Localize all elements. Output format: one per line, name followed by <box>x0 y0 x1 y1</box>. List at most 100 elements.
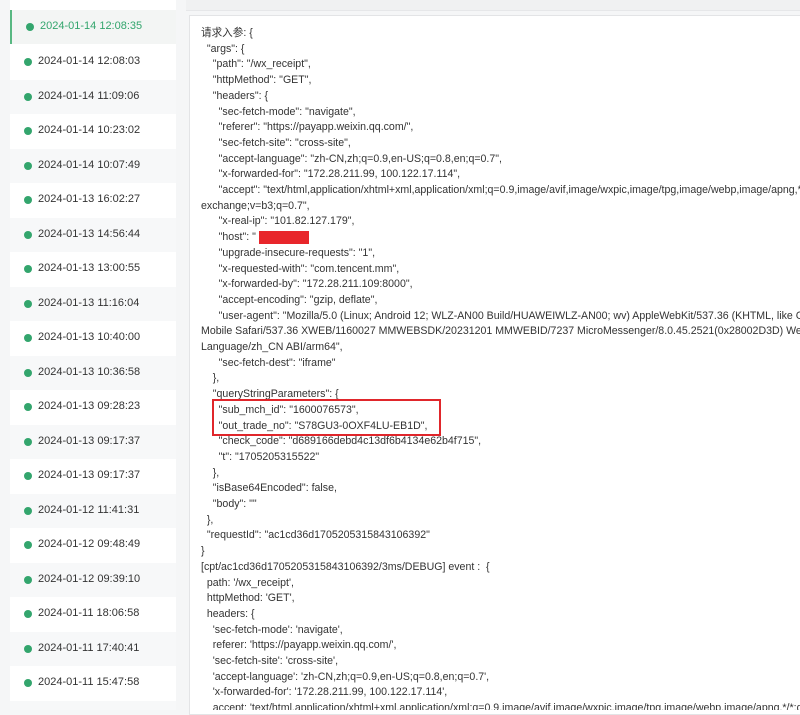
log-time-item[interactable]: 2024-01-13 14:56:44 <box>10 218 176 252</box>
log-time-item[interactable]: 2024-01-13 10:36:58 <box>10 356 176 390</box>
log-time-item[interactable]: 2024-01-14 10:23:02 <box>10 114 176 148</box>
status-dot-icon <box>24 162 32 170</box>
log-time-item[interactable]: 2024-01-11 15:25:27 <box>10 701 176 710</box>
log-time-item[interactable]: 2024-01-14 12:08:35 <box>10 10 176 44</box>
log-time-item[interactable]: 2024-01-13 13:00:55 <box>10 252 176 286</box>
status-dot-icon <box>24 645 32 653</box>
log-time-label: 2024-01-13 09:28:23 <box>38 400 141 412</box>
log-line: "x-forwarded-by": "172.28.211.109:8000", <box>201 278 413 291</box>
log-line: 'sec-fetch-site': 'cross-site', <box>201 655 339 667</box>
log-line: }, <box>201 372 220 385</box>
log-line: "upgrade-insecure-requests": "1", <box>201 246 376 259</box>
log-line: 'accept-language': 'zh-CN,zh;q=0.9,en-US… <box>201 670 490 683</box>
log-line: "accept-encoding": "gzip, deflate", <box>201 293 378 306</box>
divider <box>176 0 180 710</box>
log-time-item[interactable]: 2024-01-12 09:48:49 <box>10 528 176 562</box>
status-dot-icon <box>24 610 32 618</box>
log-line: "check_code": "d689166debd4c13df6b4134e6… <box>201 435 482 448</box>
log-line: "headers": { <box>201 89 269 102</box>
log-line: }, <box>201 513 214 526</box>
log-line: "path": "/wx_receipt", <box>201 58 311 71</box>
status-dot-icon <box>26 23 34 31</box>
status-dot-icon <box>24 300 32 308</box>
log-line: }, <box>201 466 220 479</box>
log-line: "t": "1705205315522" <box>201 450 320 463</box>
log-line: "accept-language": "zh-CN,zh;q=0.9,en-US… <box>201 152 502 165</box>
log-line: "args": { <box>201 42 245 55</box>
log-line: httpMethod: 'GET', <box>201 592 295 605</box>
status-dot-icon <box>24 403 32 411</box>
log-time-item[interactable]: 2024-01-13 09:17:37 <box>10 425 176 459</box>
status-dot-icon <box>24 334 32 342</box>
log-time-item[interactable]: 2024-01-11 15:47:58 <box>10 666 176 700</box>
log-time-item[interactable]: 2024-01-12 11:41:31 <box>10 494 176 528</box>
log-time-label: 2024-01-13 09:17:37 <box>38 435 141 447</box>
status-dot-icon <box>24 507 32 515</box>
redacted-host-value <box>259 231 309 244</box>
log-line: 'x-forwarded-for': '172.28.211.99, 100.1… <box>201 686 448 699</box>
status-dot-icon <box>24 438 32 446</box>
status-dot-icon <box>24 541 32 549</box>
log-line: 请求入参: { <box>201 27 253 39</box>
log-line: "httpMethod": "GET", <box>201 74 312 87</box>
log-line: "x-requested-with": "com.tencent.mm", <box>201 262 400 275</box>
log-line: "sec-fetch-mode": "navigate", <box>201 105 356 118</box>
log-line: accept: 'text/html,application/xhtml+xml… <box>212 702 800 710</box>
log-time-label: 2024-01-11 15:47:58 <box>38 676 140 688</box>
log-time-item[interactable]: 2024-01-11 17:40:41 <box>10 632 176 666</box>
log-line: "isBase64Encoded": false, <box>201 482 337 495</box>
log-line: [cpt/ac1cd36d1705205315843106392/3ms/DEB… <box>201 560 490 573</box>
log-time-label: 2024-01-13 14:56:44 <box>38 228 141 240</box>
status-dot-icon <box>24 127 32 135</box>
log-time-item[interactable]: 2024-01-13 16:02:27 <box>10 183 176 217</box>
status-dot-icon <box>24 196 32 204</box>
log-line: "accept": "text/html,application/xhtml+x… <box>218 184 800 196</box>
log-time-item[interactable]: 2024-01-11 18:06:58 <box>10 597 176 631</box>
status-dot-icon <box>24 679 32 687</box>
log-time-label: 2024-01-13 10:36:58 <box>38 366 141 378</box>
log-time-label: 2024-01-13 09:17:37 <box>38 469 141 481</box>
log-time-label: 2024-01-12 09:39:10 <box>38 573 141 585</box>
log-time-item[interactable]: 2024-01-13 10:40:00 <box>10 321 176 355</box>
log-time-label: 2024-01-13 16:02:27 <box>38 193 141 205</box>
log-line: referer: 'https://payapp.weixin.qq.com/'… <box>201 639 397 652</box>
log-line: "x-real-ip": "101.82.127.179", <box>201 215 355 228</box>
log-content[interactable]: 请求入参: { "args": { "path": "/wx_receipt",… <box>201 26 800 710</box>
status-dot-icon <box>24 93 32 101</box>
log-line: headers: { <box>201 607 255 620</box>
highlight-annotation-box <box>212 399 441 436</box>
status-dot-icon <box>24 231 32 239</box>
log-time-list: 2024-01-14 12:08:35 2024-01-14 12:08:03 20… <box>10 0 176 710</box>
log-time-item[interactable]: 2024-01-12 09:39:10 <box>10 563 176 597</box>
log-time-label: 2024-01-14 11:09:06 <box>38 90 140 102</box>
log-time-item[interactable]: 2024-01-14 10:07:49 <box>10 149 176 183</box>
status-dot-icon <box>24 265 32 273</box>
log-time-label: 2024-01-13 11:16:04 <box>38 297 140 309</box>
log-line: 'sec-fetch-mode': 'navigate', <box>201 623 343 636</box>
log-time-label: 2024-01-11 18:06:58 <box>38 607 140 619</box>
log-line: "requestId": "ac1cd36d170520531584310639… <box>201 529 430 542</box>
log-line: "referer": "https://payapp.weixin.qq.com… <box>201 121 414 134</box>
log-time-label: 2024-01-14 10:23:02 <box>38 124 141 136</box>
log-line: "sec-fetch-dest": "iframe" <box>201 356 336 369</box>
log-line: "sec-fetch-site": "cross-site", <box>201 136 351 149</box>
log-time-label: 2024-01-13 13:00:55 <box>38 262 141 274</box>
log-time-item[interactable]: 2024-01-14 11:09:06 <box>10 80 176 114</box>
log-time-item[interactable]: 2024-01-13 11:16:04 <box>10 287 176 321</box>
status-dot-icon <box>24 472 32 480</box>
log-time-label: 2024-01-12 11:41:31 <box>38 504 140 516</box>
log-line: "user-agent": "Mozilla/5.0 (Linux; Andro… <box>218 309 800 322</box>
log-time-item[interactable]: 2024-01-13 09:17:37 <box>10 459 176 493</box>
log-time-label: 2024-01-12 09:48:49 <box>38 538 141 550</box>
log-time-item[interactable]: 2024-01-14 12:08:03 <box>10 45 176 79</box>
log-time-label: 2024-01-14 12:08:35 <box>40 20 143 32</box>
log-time-label: 2024-01-14 12:08:03 <box>38 55 141 67</box>
log-time-label: 2024-01-14 10:07:49 <box>38 159 141 171</box>
log-time-item[interactable]: 2024-01-13 09:28:23 <box>10 390 176 424</box>
log-line: path: '/wx_receipt', <box>201 576 294 589</box>
log-line: "body": "" <box>201 498 257 510</box>
log-time-label: 2024-01-11 17:40:41 <box>38 642 140 654</box>
log-line: } <box>201 545 205 558</box>
log-time-label: 2024-01-13 10:40:00 <box>38 331 141 343</box>
status-dot-icon <box>24 369 32 377</box>
